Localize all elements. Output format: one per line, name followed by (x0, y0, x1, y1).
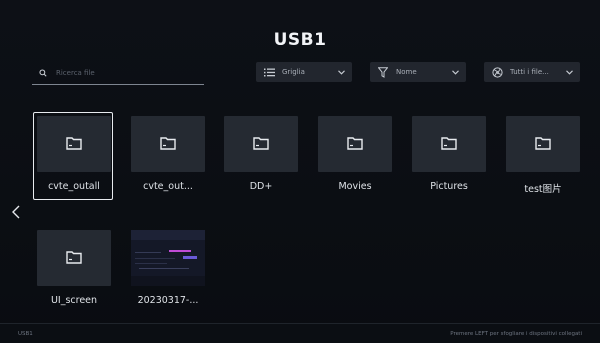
folder-tile-thumb (412, 116, 486, 172)
device-name: USB1 (18, 331, 33, 337)
file-type-dropdown[interactable]: Tutti i file... (484, 62, 580, 82)
image-name: 20230317-... (137, 295, 199, 306)
folder-tile[interactable]: Pictures (412, 116, 486, 192)
search-icon (36, 66, 50, 80)
folder-name: cvte_out... (143, 181, 193, 192)
folder-name: DD+ (249, 181, 273, 192)
image-thumbnail (131, 230, 205, 286)
list-icon (262, 65, 276, 79)
aperture-icon (490, 65, 504, 79)
folder-icon (66, 249, 82, 268)
folder-tile[interactable]: cvte_outall (33, 112, 113, 200)
view-mode-label: Griglia (282, 68, 305, 76)
page-title: USB1 (273, 30, 327, 50)
filter-icon (376, 65, 390, 79)
folder-icon (441, 135, 457, 154)
screenshot-preview (131, 230, 205, 286)
selection-frame (33, 112, 113, 200)
chevron-down-icon (336, 67, 346, 77)
sort-dropdown[interactable]: Nome (370, 62, 466, 82)
folder-tile-thumb (506, 116, 580, 172)
folder-tile[interactable]: Movies (318, 116, 392, 192)
folder-tile-thumb (37, 230, 111, 286)
chevron-left-icon[interactable] (9, 202, 23, 222)
sort-label: Nome (396, 68, 417, 76)
folder-tile-thumb (318, 116, 392, 172)
folder-icon (535, 135, 551, 154)
view-mode-dropdown[interactable]: Griglia (256, 62, 352, 82)
image-tile[interactable]: 20230317-... (131, 230, 205, 306)
folder-tile[interactable]: test图片 (506, 116, 580, 195)
search-input[interactable] (56, 69, 196, 77)
folder-name: Pictures (430, 181, 468, 192)
file-browser-screen: USB1 Griglia (0, 0, 600, 343)
file-type-label: Tutti i file... (510, 68, 549, 76)
folder-tile[interactable]: UI_screen (37, 230, 111, 306)
folder-tile[interactable]: cvte_out... (131, 116, 205, 192)
search-field[interactable] (32, 62, 204, 85)
navigation-hint: Premere LEFT per sfogliare i dispositivi… (450, 331, 582, 337)
chevron-down-icon (564, 67, 574, 77)
folder-name: UI_screen (50, 295, 98, 306)
folder-tile-thumb (131, 116, 205, 172)
folder-name: Movies (338, 181, 372, 192)
status-bar: USB1 Premere LEFT per sfogliare i dispos… (0, 323, 600, 343)
folder-icon (160, 135, 176, 154)
folder-icon (347, 135, 363, 154)
chevron-down-icon (450, 67, 460, 77)
folder-icon (253, 135, 269, 154)
folder-tile[interactable]: DD+ (224, 116, 298, 192)
folder-tile-thumb (224, 116, 298, 172)
folder-name: test图片 (524, 184, 562, 195)
